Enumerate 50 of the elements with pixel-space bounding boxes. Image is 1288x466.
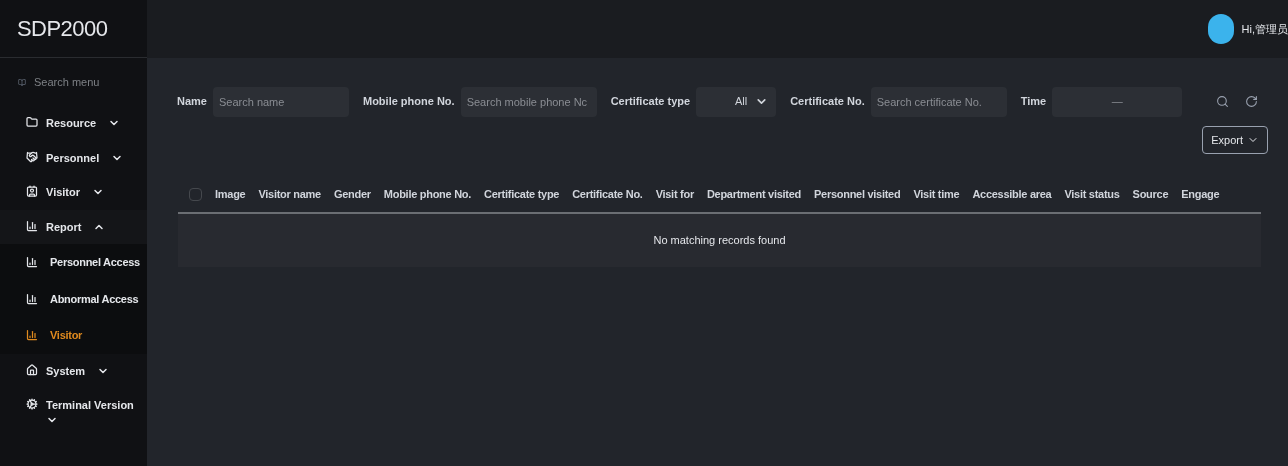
column-header: Mobile phone No. [383,186,472,202]
sidebar-menu-item[interactable]: Report [0,209,147,244]
filter-label: Time [1020,94,1047,110]
sidebar-submenu-item[interactable]: Abnormal Access [0,280,147,317]
avatar [1207,14,1234,44]
sidebar-submenu-item[interactable]: Visitor [0,317,147,354]
empty-table-row: No matching records found [178,214,1261,267]
bar-chart-icon [26,256,38,269]
column-header: Visit time [913,186,960,202]
folder-icon [26,116,38,128]
sidebar-menu-item[interactable]: System [0,353,147,388]
refresh-icon[interactable] [1245,95,1258,108]
column-header: Image [215,186,246,202]
search-field[interactable]: Search mobile phone Nc [460,86,597,117]
search-field[interactable]: Search name [212,86,349,117]
column-header: Certificate type [484,186,560,202]
column-header: Visitor name [258,186,321,202]
column-header: Engage [1181,186,1220,202]
logo: SDP2000 [17,15,108,43]
column-header: Certificate No. [572,186,643,202]
select-all-checkbox[interactable] [189,187,202,201]
bar-chart-icon [26,292,38,305]
home-icon [26,363,38,376]
search-field[interactable]: Search certificate No. [870,86,1007,117]
time-range-field[interactable]: — [1052,86,1183,117]
search-icon[interactable] [1216,95,1229,108]
column-header: Gender [333,186,371,202]
bar-chart-icon [26,329,38,342]
column-header: Visit status [1064,186,1120,202]
filter-label: Certificate No. [790,94,865,110]
menu-search-field[interactable]: Search menu [34,73,129,91]
sidebar-menu-item[interactable]: Resource [0,106,147,141]
column-header: Department visited [706,186,801,202]
filter-label: Certificate type [610,94,691,110]
certificate-type-select[interactable]: All [696,86,777,117]
column-header: Personnel visited [814,186,901,202]
sidebar-menu-item[interactable]: Visitor [0,175,147,210]
column-header: Source [1132,186,1169,202]
sidebar-menu-item[interactable]: Terminal Version [0,388,147,435]
sidebar-submenu-item[interactable]: Personnel Access [0,244,147,281]
user-greeting: Hi,管理员 [1241,21,1288,37]
column-header: Accessible area [972,186,1052,202]
sidebar-menu-item[interactable]: Personnel [0,140,147,175]
column-header: Visit for [655,186,694,202]
handshake-icon [26,150,38,163]
bar-chart-icon [26,219,38,232]
export-button[interactable]: Export [1202,126,1268,154]
filter-label: Name [177,94,207,110]
contact-card-icon [26,185,38,197]
filter-label: Mobile phone No. [362,94,455,110]
